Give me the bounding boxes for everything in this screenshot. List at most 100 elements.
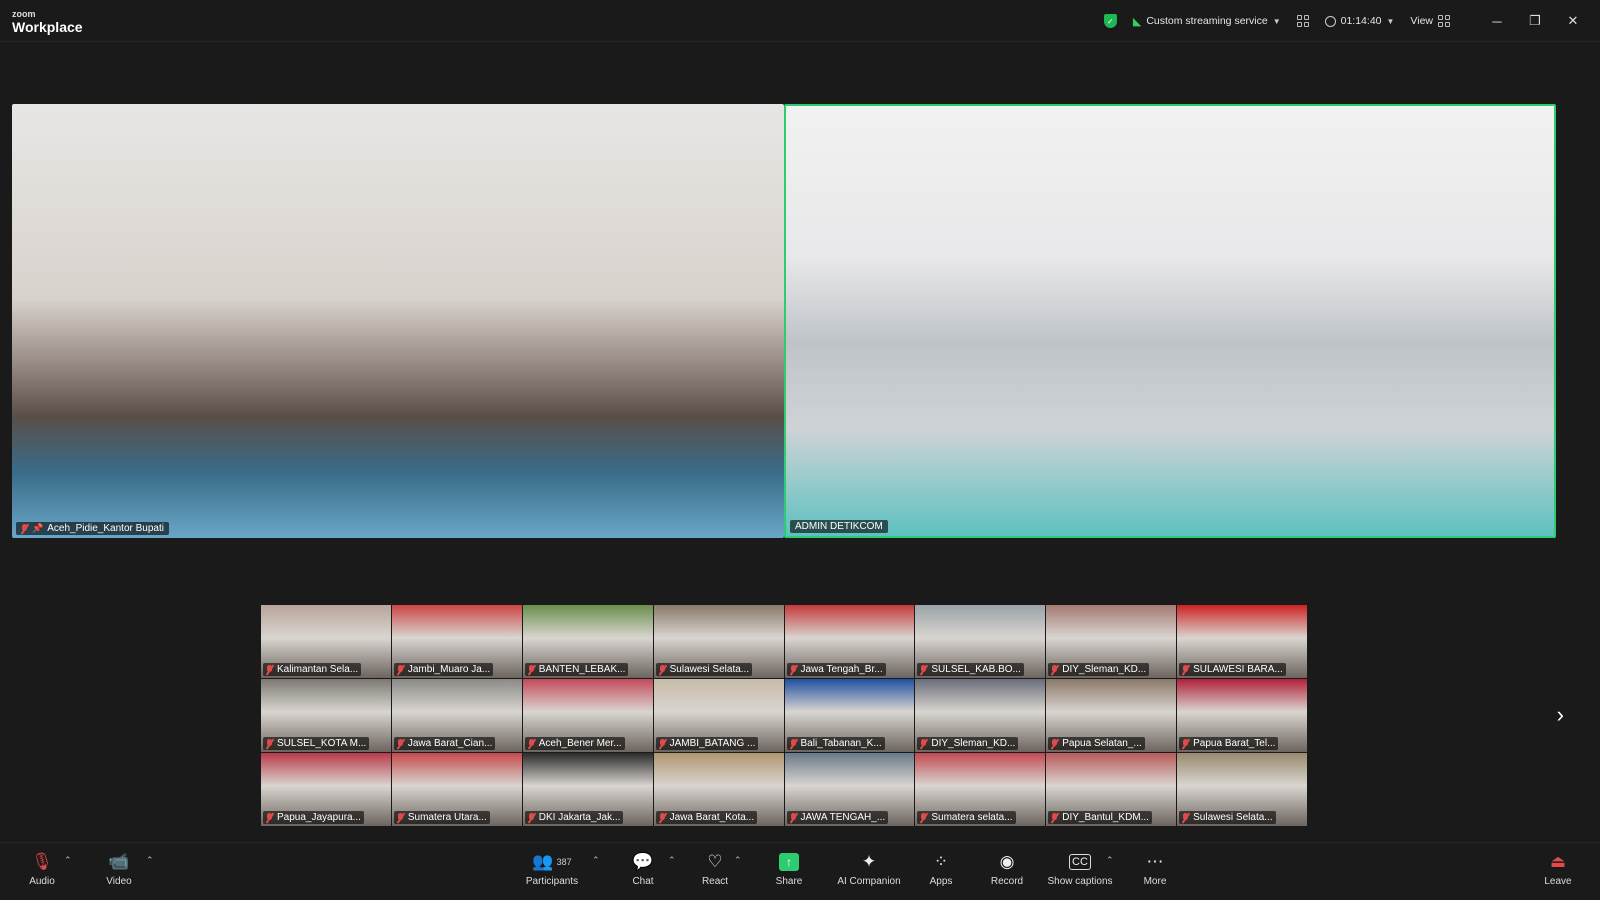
participant-name-label: SULAWESI BARA...: [1179, 663, 1286, 676]
chat-label: Chat: [632, 876, 654, 887]
participant-name: Papua_Jayapura...: [277, 812, 361, 823]
participant-video-tile[interactable]: Papua Selatan_...: [1046, 679, 1177, 752]
chat-options-caret[interactable]: ⌃: [668, 855, 676, 866]
share-button[interactable]: ↑ Share: [754, 851, 824, 887]
participant-video-tile[interactable]: Sulawesi Selata...: [1177, 753, 1307, 826]
mic-muted-icon: [397, 812, 404, 823]
mic-muted-icon: [266, 664, 273, 675]
participant-video-tile[interactable]: Papua_Jayapura...: [261, 753, 391, 826]
participant-video-tile[interactable]: DKI Jakarta_Jak...: [522, 753, 653, 826]
participant-name-label: Sulawesi Selata...: [655, 663, 753, 676]
participant-count: 387: [556, 857, 572, 867]
meeting-timer[interactable]: 01:14:40 ▼: [1324, 15, 1394, 27]
video-label: Video: [106, 876, 132, 887]
active-speaker-video-tile[interactable]: ADMIN DETIKCOM: [784, 104, 1556, 538]
participant-name-label: 📌 Aceh_Pidie_Kantor Bupati: [16, 522, 169, 535]
captions-options-caret[interactable]: ⌃: [1106, 855, 1114, 866]
react-label: React: [701, 876, 729, 887]
participant-video-tile[interactable]: JAWA TENGAH_...: [784, 753, 915, 826]
apps-button[interactable]: ⁘ Apps: [906, 851, 976, 887]
audio-options-caret[interactable]: ⌃: [64, 855, 72, 866]
record-label: Record: [990, 876, 1024, 887]
mic-muted-icon: [528, 812, 535, 823]
record-button[interactable]: ◉ Record: [972, 851, 1042, 887]
streaming-status-button[interactable]: ◣ Custom streaming service ▼: [1133, 15, 1281, 28]
participant-video-tile[interactable]: Jawa Barat_Kota...: [653, 753, 784, 826]
participant-name-label: SULSEL_KAB.BO...: [917, 663, 1024, 676]
participant-name-label: Sulawesi Selata...: [1179, 811, 1276, 824]
participant-video-tile[interactable]: Jambi_Muaro Ja...: [391, 605, 522, 678]
logo-large-text: Workplace: [12, 19, 83, 35]
encryption-indicator[interactable]: ✓: [1103, 14, 1117, 28]
participant-video-tile[interactable]: Sumatera Utara...: [391, 753, 522, 826]
participant-name-label: DIY_Sleman_KD...: [1048, 663, 1150, 676]
participant-video-tile[interactable]: Sumatera selata...: [915, 753, 1046, 826]
react-options-caret[interactable]: ⌃: [734, 855, 742, 866]
participant-video-tile[interactable]: Sulawesi Selata...: [653, 605, 784, 678]
participant-name-label: Aceh_Bener Mer...: [524, 737, 625, 750]
record-icon: ◉: [999, 852, 1015, 871]
video-button[interactable]: 📹 Video: [84, 851, 154, 887]
participant-video-tile[interactable]: Jawa Tengah_Br...: [784, 605, 915, 678]
participant-name-label: SULSEL_KOTA M...: [263, 737, 370, 750]
leave-button[interactable]: ⏏ Leave: [1528, 851, 1588, 887]
mic-muted-icon: [790, 664, 797, 675]
title-bar: zoom Workplace ✓ ◣ Custom streaming serv…: [0, 0, 1600, 42]
ai-companion-button[interactable]: ✦ AI Companion: [829, 851, 909, 887]
participant-name: JAMBI_BATANG ...: [669, 738, 756, 749]
video-options-caret[interactable]: ⌃: [146, 855, 154, 866]
participant-video-tile[interactable]: SULAWESI BARA...: [1177, 605, 1307, 678]
gallery-layout-button[interactable]: [1296, 15, 1309, 27]
mic-muted-icon: [920, 738, 927, 749]
view-button[interactable]: View: [1410, 15, 1450, 27]
participant-video-tile[interactable]: DIY_Sleman_KD...: [915, 679, 1046, 752]
mic-muted-icon: [397, 664, 404, 675]
logo-small-text: zoom: [12, 9, 36, 19]
participants-button[interactable]: 👥 387 Participants: [517, 851, 587, 887]
sparkle-icon: ✦: [861, 852, 877, 871]
chevron-down-icon: ▼: [1272, 16, 1281, 26]
participant-video-tile[interactable]: Kalimantan Sela...: [261, 605, 391, 678]
participant-name-label: JAMBI_BATANG ...: [655, 737, 759, 750]
speaker-video-tile[interactable]: 📌 Aceh_Pidie_Kantor Bupati: [12, 104, 784, 538]
show-captions-label: Show captions: [1047, 876, 1113, 887]
participant-video-tile[interactable]: Bali_Tabanan_K...: [784, 679, 915, 752]
restore-button[interactable]: ❐: [1516, 13, 1554, 29]
mic-muted-icon: [1182, 738, 1189, 749]
captions-icon: CC: [1069, 854, 1091, 870]
participant-video-tile[interactable]: SULSEL_KOTA M...: [261, 679, 391, 752]
next-page-arrow[interactable]: ›: [1557, 702, 1564, 728]
close-button[interactable]: ✕: [1554, 13, 1592, 29]
leave-icon: ⏏: [1549, 852, 1567, 871]
streaming-icon: ◣: [1132, 15, 1142, 28]
participant-video-tile[interactable]: Papua Barat_Tel...: [1177, 679, 1307, 752]
participant-video-tile[interactable]: BANTEN_LEBAK...: [522, 605, 653, 678]
more-button[interactable]: ⋯ More: [1120, 851, 1190, 887]
participant-video-tile[interactable]: SULSEL_KAB.BO...: [915, 605, 1046, 678]
participants-options-caret[interactable]: ⌃: [592, 855, 600, 866]
view-label: View: [1410, 15, 1433, 27]
streaming-label: Custom streaming service: [1146, 15, 1268, 27]
participant-name-label: BANTEN_LEBAK...: [524, 663, 629, 676]
participant-video-tile[interactable]: DIY_Bantul_KDM...: [1046, 753, 1177, 826]
participant-name-label: Sumatera selata...: [917, 811, 1016, 824]
participant-name-label: DIY_Sleman_KD...: [917, 737, 1019, 750]
participant-video-tile[interactable]: DIY_Sleman_KD...: [1046, 605, 1177, 678]
minimize-button[interactable]: ─: [1478, 14, 1516, 29]
participant-name-label: Papua Selatan_...: [1048, 737, 1145, 750]
clock-icon: [1324, 15, 1336, 27]
meeting-stage: 📌 Aceh_Pidie_Kantor Bupati ADMIN DETIKCO…: [0, 42, 1600, 842]
participant-video-tile[interactable]: JAMBI_BATANG ...: [653, 679, 784, 752]
participant-video-tile[interactable]: Jawa Barat_Cian...: [391, 679, 522, 752]
mic-muted-icon: [659, 812, 666, 823]
participant-name: Jawa Barat_Kota...: [669, 812, 755, 823]
participant-name-label: Sumatera Utara...: [393, 811, 490, 824]
participant-name: Jawa Tengah_Br...: [800, 664, 883, 675]
participant-video-tile[interactable]: Aceh_Bener Mer...: [522, 679, 653, 752]
grid-icon: [1296, 15, 1309, 27]
participants-icon: 👥: [532, 852, 554, 871]
participant-name-label: Bali_Tabanan_K...: [786, 737, 885, 750]
participant-name: Sumatera selata...: [931, 812, 1013, 823]
video-camera-icon: 📹: [108, 852, 130, 871]
pin-icon: 📌: [32, 523, 44, 533]
